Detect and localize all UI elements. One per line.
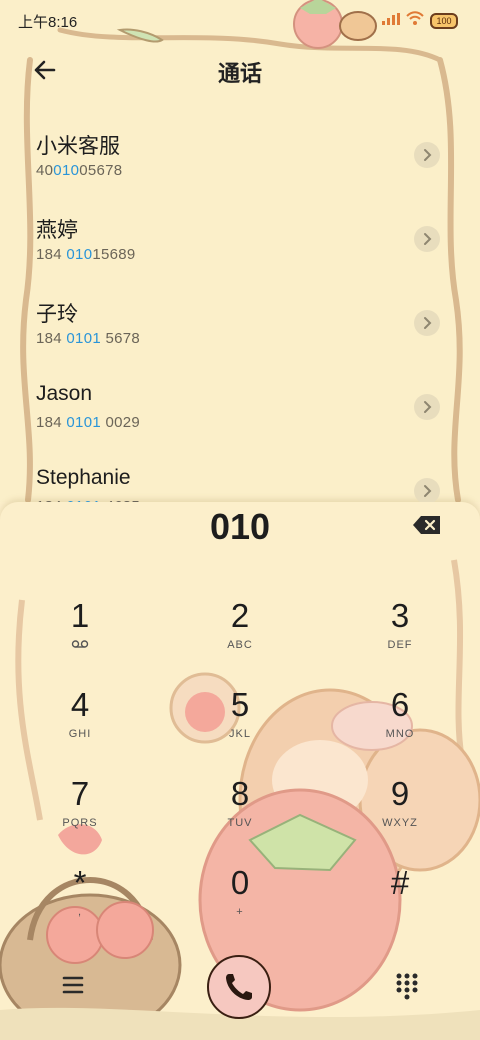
chevron-right-icon: [424, 401, 432, 413]
key-8[interactable]: 8 TUV: [180, 774, 300, 854]
phone-icon: [226, 974, 252, 1000]
status-time: 上午8:16: [18, 14, 78, 31]
contact-detail-button[interactable]: [414, 394, 440, 420]
contact-row[interactable]: Jason 184 0101 0029: [0, 372, 480, 456]
contact-detail-button[interactable]: [414, 226, 440, 252]
backspace-icon: [413, 516, 440, 534]
contact-number: 184 0101 4685: [36, 498, 140, 502]
contact-number: 184 01015689: [36, 246, 136, 263]
contact-row[interactable]: 小米客服 4001005678: [0, 120, 480, 204]
chevron-right-icon: [424, 485, 432, 497]
contact-detail-button[interactable]: [414, 478, 440, 502]
voicemail-icon: [20, 639, 140, 652]
keypad-toggle-button[interactable]: [392, 970, 422, 1000]
contact-results-list: 小米客服 4001005678 燕婷 184 01015689 子玲 184 0…: [0, 120, 480, 502]
contact-number: 184 0101 5678: [36, 330, 141, 347]
menu-button[interactable]: [58, 970, 88, 1000]
contact-name: Stephanie: [36, 466, 131, 489]
contact-detail-button[interactable]: [414, 142, 440, 168]
key-3[interactable]: 3 DEF: [340, 596, 460, 676]
dialpad-panel: 010 1 2 ABC 3 DEF 4 GHI 5 JKL 6 MNO 7 PQ…: [0, 502, 480, 1040]
key-6[interactable]: 6 MNO: [340, 685, 460, 765]
key-0[interactable]: 0 +: [180, 863, 300, 943]
contact-name: 子玲: [36, 303, 78, 326]
key-9[interactable]: 9 WXYZ: [340, 774, 460, 854]
key-1[interactable]: 1: [20, 596, 140, 676]
contact-row[interactable]: Stephanie 184 0101 4685: [0, 456, 480, 502]
contact-name: Jason: [36, 382, 93, 405]
contact-row[interactable]: 燕婷 184 01015689: [0, 204, 480, 288]
key-star[interactable]: * ,: [20, 863, 140, 943]
keypad-icon: [396, 973, 418, 1000]
contact-name: 小米客服: [36, 135, 120, 158]
key-7[interactable]: 7 PQRS: [20, 774, 140, 854]
dialed-number-display[interactable]: 010: [0, 506, 480, 548]
key-hash[interactable]: #: [340, 863, 460, 943]
key-5[interactable]: 5 JKL: [180, 685, 300, 765]
key-4[interactable]: 4 GHI: [20, 685, 140, 765]
contact-row[interactable]: 子玲 184 0101 5678: [0, 288, 480, 372]
status-icons: 100: [382, 11, 458, 30]
header: 通话: [0, 44, 480, 96]
contact-name: 燕婷: [36, 219, 78, 242]
key-2[interactable]: 2 ABC: [180, 596, 300, 676]
delete-button[interactable]: [412, 514, 442, 536]
chevron-right-icon: [424, 149, 432, 161]
menu-icon: [62, 976, 84, 994]
wifi-icon: [406, 11, 424, 30]
call-button[interactable]: [207, 955, 271, 1019]
page-title: 通话: [217, 61, 262, 86]
signal-icon: [382, 12, 400, 30]
chevron-right-icon: [424, 233, 432, 245]
battery-indicator: 100: [430, 12, 458, 29]
chevron-right-icon: [424, 317, 432, 329]
contact-number: 184 0101 0029: [36, 414, 141, 431]
contact-number: 4001005678: [36, 162, 123, 179]
contact-detail-button[interactable]: [414, 310, 440, 336]
status-bar: 上午8:16 100: [0, 0, 480, 40]
